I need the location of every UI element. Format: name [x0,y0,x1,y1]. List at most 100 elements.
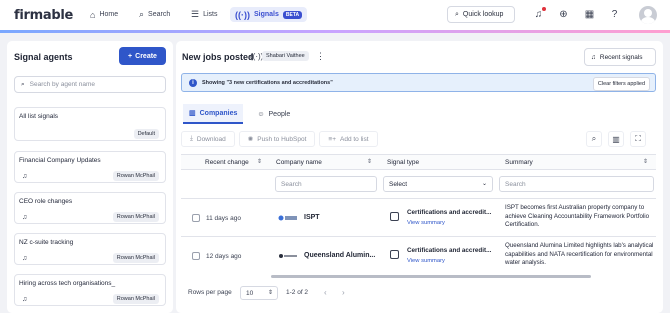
agent-card-ceo-role-changes[interactable]: CEO role changes ♫ Rowan McPhail [14,192,166,224]
agent-card-title: NZ c-suite tracking [19,239,74,246]
sort-icon[interactable]: ⇕ [367,158,372,165]
signal-type-cell: Certifications and accredit... [407,247,492,254]
sort-icon[interactable]: ⇕ [257,158,262,165]
download-label: Download [196,135,226,143]
sidebar-title: Signal agents [14,52,73,62]
view-summary-link[interactable]: View summary [407,258,445,264]
signal-type-select-value: Select [389,181,408,188]
nav-signals[interactable]: ((·)) Signals BETA [230,7,308,22]
tab-people[interactable]: ☺ People [251,104,296,124]
more-options-icon[interactable]: ⋮ [316,51,325,62]
next-page-icon[interactable]: › [342,288,345,297]
view-summary-link[interactable]: View summary [407,220,445,226]
columns-icon[interactable]: ▥ [608,131,624,147]
top-bar: firmable ⌂ Home ⌕ Search ☰ Lists ((·)) Signa… [0,0,670,30]
agent-card-nz-c-suite-tracking[interactable]: NZ c-suite tracking ♫ Rowan McPhail [14,233,166,265]
summary-cell: Queensland Alumina Limited highlights la… [505,242,654,266]
default-badge: Default [133,129,159,139]
nav-search[interactable]: ⌕ Search [139,7,170,22]
create-label: Create [135,52,157,60]
agent-card-title: CEO role changes [19,198,73,205]
tab-companies[interactable]: ▥ Companies [183,104,244,124]
column-company-name[interactable]: Company name [276,159,322,166]
chevron-updown-icon: ⇕ [267,290,273,296]
signal-type-select[interactable]: Select ⌄ [383,176,493,192]
summary-search-input[interactable]: Search [499,176,654,192]
column-recent-change[interactable]: Recent change [205,159,249,166]
agent-search-placeholder: Search by agent name [29,81,96,88]
nav-lists[interactable]: ☰ Lists [191,7,217,22]
certificate-icon [390,250,399,259]
search-icon: ⌕ [455,10,459,18]
nav-home[interactable]: ⌂ Home [90,7,118,22]
company-search-input[interactable]: Search [275,176,377,192]
calculator-icon[interactable]: ▦ [583,8,596,21]
agent-card-title: Hiring across tech organisations_ [19,280,116,287]
row-checkbox[interactable] [192,214,200,222]
download-button[interactable]: ⤓ Download [181,131,235,147]
table-row[interactable]: 11 days ago ISPT Certifications and accr… [181,198,656,236]
owner-badge: Rowan McPhail [112,253,159,263]
nav-signals-label: Signals [254,11,279,18]
prev-page-icon[interactable]: ‹ [324,288,327,297]
agent-card-financial-company-updates[interactable]: Financial Company Updates ♫ Rowan McPhai… [14,151,166,183]
tab-people-label: People [268,110,291,118]
table-header: Recent change ⇕ Company name ⇕ Signal ty… [181,154,656,170]
company-logo [278,214,298,222]
avatar[interactable] [639,6,657,24]
bell-icon[interactable]: ♫ [22,255,27,262]
recent-signals-button[interactable]: ♫ Recent signals [584,48,656,66]
list-icon: ☰ [191,9,200,19]
add-to-list-label: Add to list [340,135,369,143]
notifications-bell-icon[interactable]: ♫ [532,7,546,21]
building-icon: ▥ [189,110,196,117]
app-logo[interactable]: firmable [14,8,73,23]
owner-badge: Shabari Vaithee [262,51,309,61]
column-summary[interactable]: Summary [505,159,533,166]
sort-icon[interactable]: ⇕ [643,158,648,165]
agent-card-title: All list signals [19,113,59,120]
page-title: New jobs posted [182,52,254,62]
signal-agents-panel: Signal agents + Create ⌕ Search by agent n… [7,41,173,313]
summary-search-placeholder: Search [505,181,526,188]
filter-banner: i Showing "3 new certifications and accr… [181,73,656,92]
chevron-down-icon: ⌄ [481,181,487,187]
download-icon[interactable]: ⊕ [557,8,570,21]
company-name-link[interactable]: Queensland Alumin... [304,252,375,259]
recent-change-cell: 12 days ago [206,253,242,260]
download-icon: ⤓ [190,135,193,142]
push-to-hubspot-button[interactable]: ✺ Push to HubSpot [238,131,316,147]
bell-icon[interactable]: ♫ [22,296,27,303]
create-button[interactable]: + Create [119,47,166,65]
search-columns-icon[interactable]: ⌕ [586,131,602,147]
notification-dot [542,7,546,11]
clear-filters-button[interactable]: Clear filters applied [592,77,650,91]
nav-lists-label: Lists [203,11,218,18]
filter-banner-text: Showing "3 new certifications and accred… [202,80,333,86]
agent-card-all-list-signals[interactable]: All list signals Default [14,107,166,141]
owner-badge: Rowan McPhail [112,294,159,304]
signal-icon: ((·)) [235,9,250,20]
recent-change-cell: 11 days ago [206,215,241,222]
certificate-icon [390,212,399,221]
quick-lookup-button[interactable]: ⌕ Quick lookup [447,6,515,23]
bell-icon[interactable]: ♫ [22,173,27,180]
help-icon[interactable]: ? [608,8,621,21]
rows-per-page-select[interactable]: 10 ⇕ [240,286,278,300]
agent-card-hiring-tech[interactable]: Hiring across tech organisations_ ♫ Rowa… [14,274,166,306]
signal-type-cell: Certifications and accredit... [407,209,492,216]
company-name-link[interactable]: ISPT [304,214,320,221]
recent-signals-label: Recent signals [599,53,643,61]
table-toolbar: ⤓ Download ✺ Push to HubSpot ≡+ Add to list… [181,128,656,150]
add-to-list-button[interactable]: ≡+ Add to list [319,131,378,147]
hubspot-icon: ✺ [247,136,254,143]
row-checkbox[interactable] [192,252,200,260]
horizontal-scrollbar[interactable] [271,275,591,278]
nav-search-label: Search [148,11,171,18]
fullscreen-icon[interactable]: ⛶ [630,131,646,147]
column-signal-type[interactable]: Signal type [387,159,419,166]
bell-icon[interactable]: ♫ [22,214,27,221]
table-row[interactable]: 12 days ago Queensland Alumin... Certifi… [181,236,656,274]
agent-search-input[interactable]: ⌕ Search by agent name [14,76,166,93]
plus-icon: + [128,52,133,60]
